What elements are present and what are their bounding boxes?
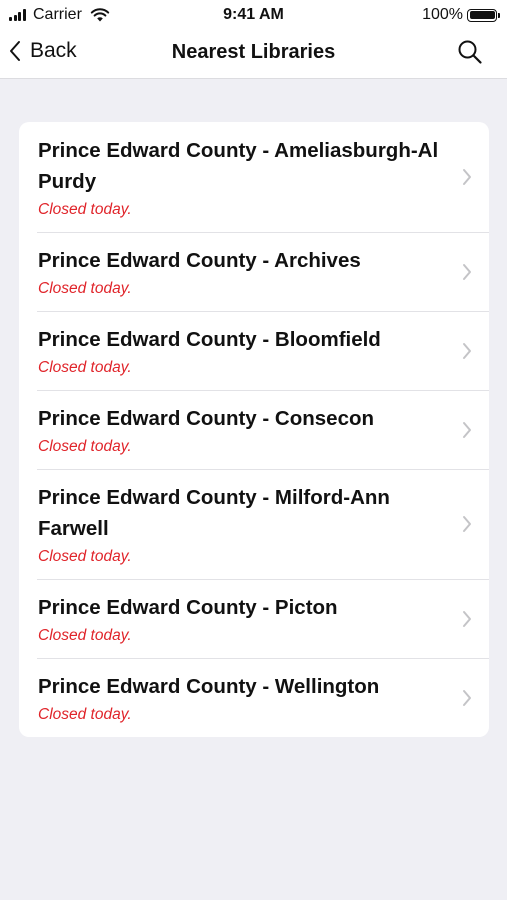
library-status: Closed today. [38, 438, 132, 455]
status-bar-right: 100% [422, 6, 500, 24]
library-status: Closed today. [38, 201, 132, 218]
library-status: Closed today. [38, 706, 132, 723]
battery-percentage: 100% [422, 6, 463, 23]
list-item[interactable]: Prince Edward County - Wellington Closed… [19, 658, 489, 737]
library-list: Prince Edward County - Ameliasburgh-Al P… [19, 122, 489, 737]
chevron-right-icon [463, 689, 471, 706]
list-item[interactable]: Prince Edward County - Picton Closed tod… [19, 579, 489, 658]
library-status: Closed today. [38, 280, 132, 297]
library-status: Closed today. [38, 548, 132, 565]
list-item[interactable]: Prince Edward County - Ameliasburgh-Al P… [19, 122, 489, 232]
chevron-right-icon [463, 263, 471, 280]
chevron-right-icon [463, 421, 471, 438]
library-name: Prince Edward County - Milford-Ann Farwe… [38, 486, 390, 540]
chevron-right-icon [463, 169, 471, 185]
library-name: Prince Edward County - Archives [38, 249, 361, 272]
chevron-right-icon [463, 516, 471, 532]
list-item[interactable]: Prince Edward County - Bloomfield Closed… [19, 311, 489, 390]
chevron-right-icon [463, 342, 471, 359]
library-name: Prince Edward County - Consecon [38, 407, 375, 430]
library-status: Closed today. [38, 359, 132, 376]
library-name: Prince Edward County - Bloomfield [38, 328, 381, 351]
library-name: Prince Edward County - Picton [38, 596, 338, 619]
page-title: Nearest Libraries [171, 41, 336, 63]
library-status: Closed today. [38, 627, 132, 644]
library-name: Prince Edward County - Wellington [38, 675, 380, 698]
list-item[interactable]: Prince Edward County - Consecon Closed t… [19, 390, 489, 469]
status-bar: Carrier 9:41 AM 100% [0, 0, 507, 30]
chevron-right-icon [463, 610, 471, 627]
list-item[interactable]: Prince Edward County - Milford-Ann Farwe… [19, 469, 489, 579]
library-name: Prince Edward County - Ameliasburgh-Al P… [38, 139, 439, 193]
battery-icon [467, 8, 500, 22]
list-item[interactable]: Prince Edward County - Archives Closed t… [19, 232, 489, 311]
search-icon[interactable] [457, 39, 483, 65]
navigation-bar: Back Nearest Libraries [0, 30, 507, 79]
